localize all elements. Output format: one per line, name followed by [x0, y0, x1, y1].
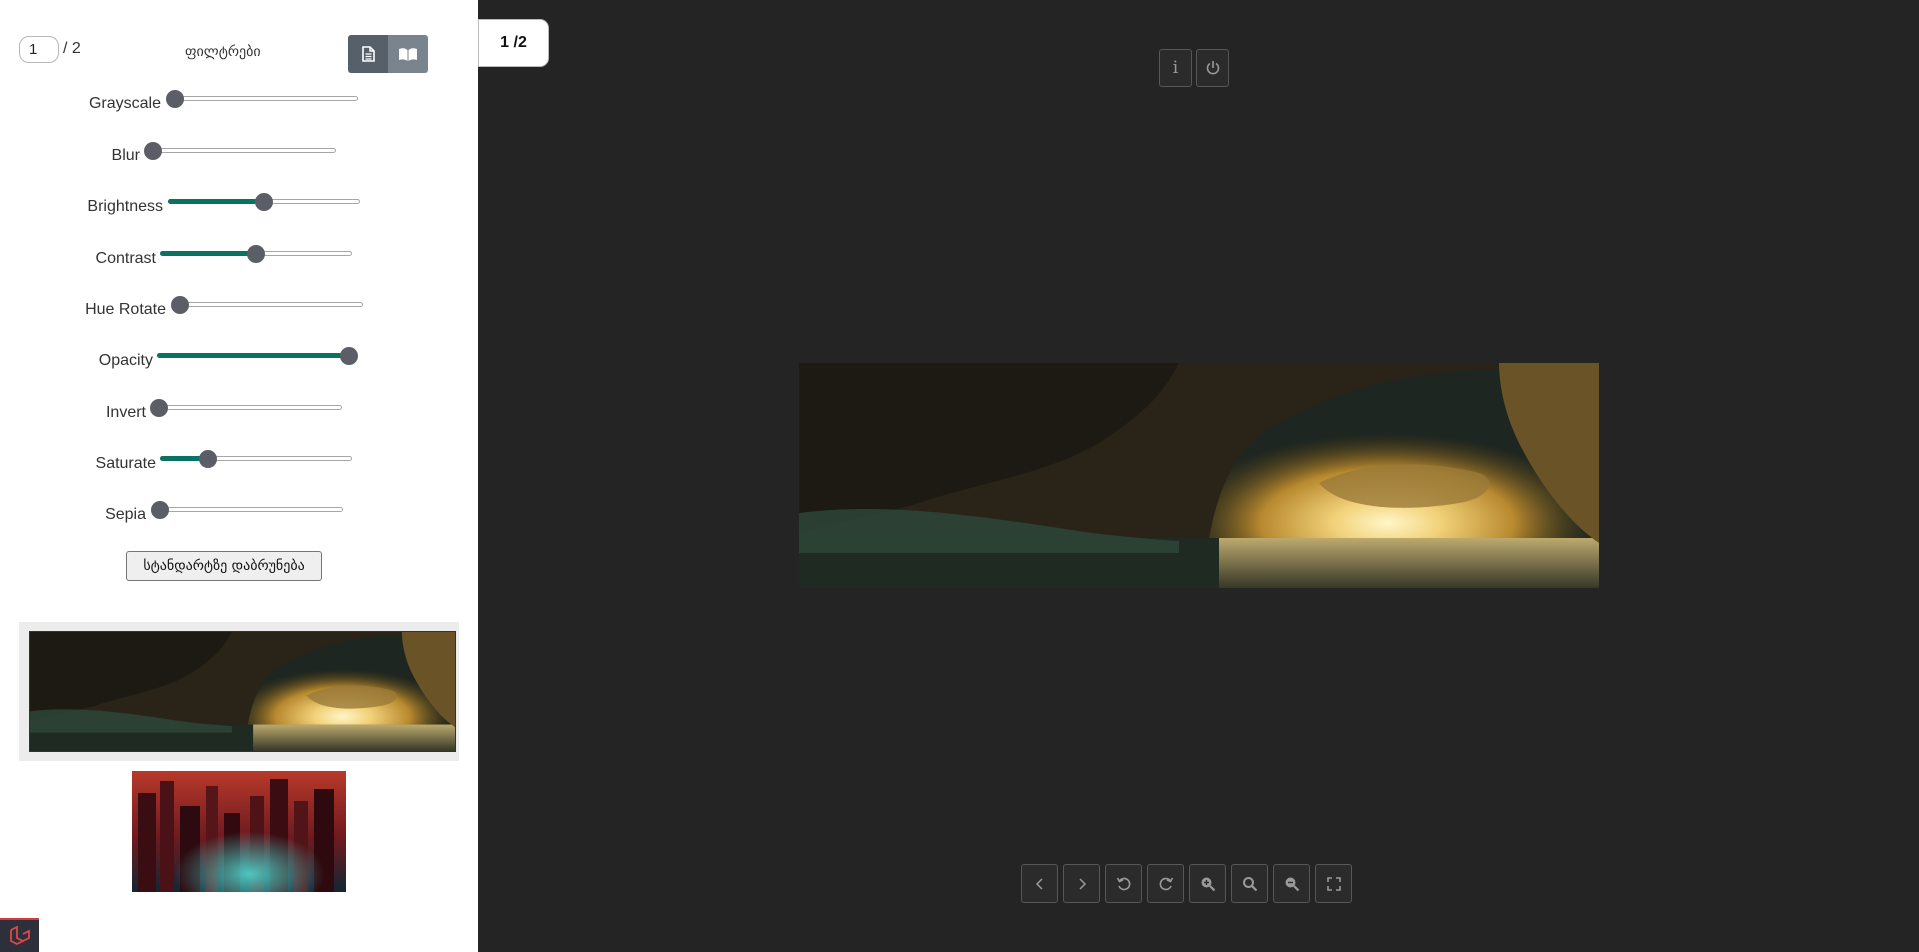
single-page-view-button[interactable] — [348, 35, 388, 73]
contrast-slider[interactable] — [160, 244, 352, 264]
page-counter-tab: 1 /2 — [478, 19, 549, 67]
invert-label: Invert — [105, 404, 146, 421]
city-thumbnail-image — [132, 771, 346, 892]
top-toolbar: i — [1159, 49, 1229, 87]
power-icon — [1206, 61, 1219, 75]
slider-thumb[interactable] — [144, 142, 162, 160]
grayscale-label: Grayscale — [88, 95, 161, 112]
next-page-button[interactable] — [1063, 864, 1100, 903]
brightness-label: Brightness — [87, 198, 163, 215]
filters-title: ფილტრები — [185, 43, 261, 59]
contrast-label: Contrast — [95, 250, 156, 267]
single-page-icon — [362, 46, 375, 62]
reset-filters-button[interactable]: სტანდარტზე დაბრუნება — [126, 551, 322, 581]
slider-thumb[interactable] — [247, 245, 265, 263]
cave-thumbnail[interactable] — [29, 631, 456, 752]
zoom-out-button[interactable] — [1273, 864, 1310, 903]
cave-image — [799, 363, 1599, 588]
slider-thumb[interactable] — [151, 501, 169, 519]
zoom-in-button[interactable] — [1189, 864, 1226, 903]
zoom-reset-button[interactable] — [1231, 864, 1268, 903]
sepia-slider[interactable] — [151, 500, 343, 520]
city-thumbnail[interactable] — [132, 771, 346, 892]
fullscreen-icon — [1326, 876, 1341, 891]
slider-thumb[interactable] — [150, 399, 168, 417]
page-total-label: / 2 — [63, 40, 81, 57]
opacity-slider[interactable] — [157, 346, 358, 366]
power-button[interactable] — [1196, 49, 1229, 87]
app-logo[interactable] — [0, 918, 39, 952]
bottom-toolbar — [1021, 864, 1352, 903]
opacity-label: Opacity — [98, 352, 153, 369]
previous-page-button[interactable] — [1021, 864, 1058, 903]
search-icon — [1242, 876, 1257, 891]
slider-thumb[interactable] — [171, 296, 189, 314]
book-view-button[interactable] — [388, 35, 428, 73]
view-mode-toggle — [348, 35, 428, 73]
info-button[interactable]: i — [1159, 49, 1192, 87]
rotate-right-icon — [1159, 877, 1173, 890]
hue-rotate-slider[interactable] — [171, 295, 363, 315]
rotate-left-button[interactable] — [1105, 864, 1142, 903]
blur-slider[interactable] — [144, 141, 336, 161]
main-page-image[interactable] — [799, 363, 1599, 588]
sepia-label: Sepia — [105, 506, 146, 523]
book-icon — [399, 47, 417, 61]
blur-label: Blur — [111, 147, 140, 164]
invert-slider[interactable] — [150, 398, 342, 418]
chevron-left-icon — [1035, 877, 1043, 890]
slider-thumb[interactable] — [199, 450, 217, 468]
chevron-right-icon — [1078, 877, 1086, 890]
info-icon: i — [1172, 58, 1179, 78]
saturate-label: Saturate — [95, 455, 156, 472]
slider-thumb[interactable] — [255, 193, 273, 211]
fullscreen-button[interactable] — [1315, 864, 1352, 903]
slider-thumb[interactable] — [340, 347, 358, 365]
hue-rotate-label: Hue Rotate — [85, 301, 166, 318]
rotate-left-icon — [1116, 877, 1130, 890]
cave-thumbnail-image — [30, 632, 455, 751]
zoom-out-icon — [1285, 877, 1299, 891]
brightness-slider[interactable] — [168, 192, 360, 212]
filters-sidebar: / 2 ფილტრები Grayscale Blur Brightness — [0, 0, 478, 952]
grayscale-slider[interactable] — [166, 89, 358, 109]
logo-icon — [9, 926, 30, 946]
saturate-slider[interactable] — [160, 449, 352, 469]
zoom-in-icon — [1201, 877, 1215, 891]
page-number-input[interactable] — [19, 36, 59, 63]
slider-thumb[interactable] — [166, 90, 184, 108]
rotate-right-button[interactable] — [1147, 864, 1184, 903]
